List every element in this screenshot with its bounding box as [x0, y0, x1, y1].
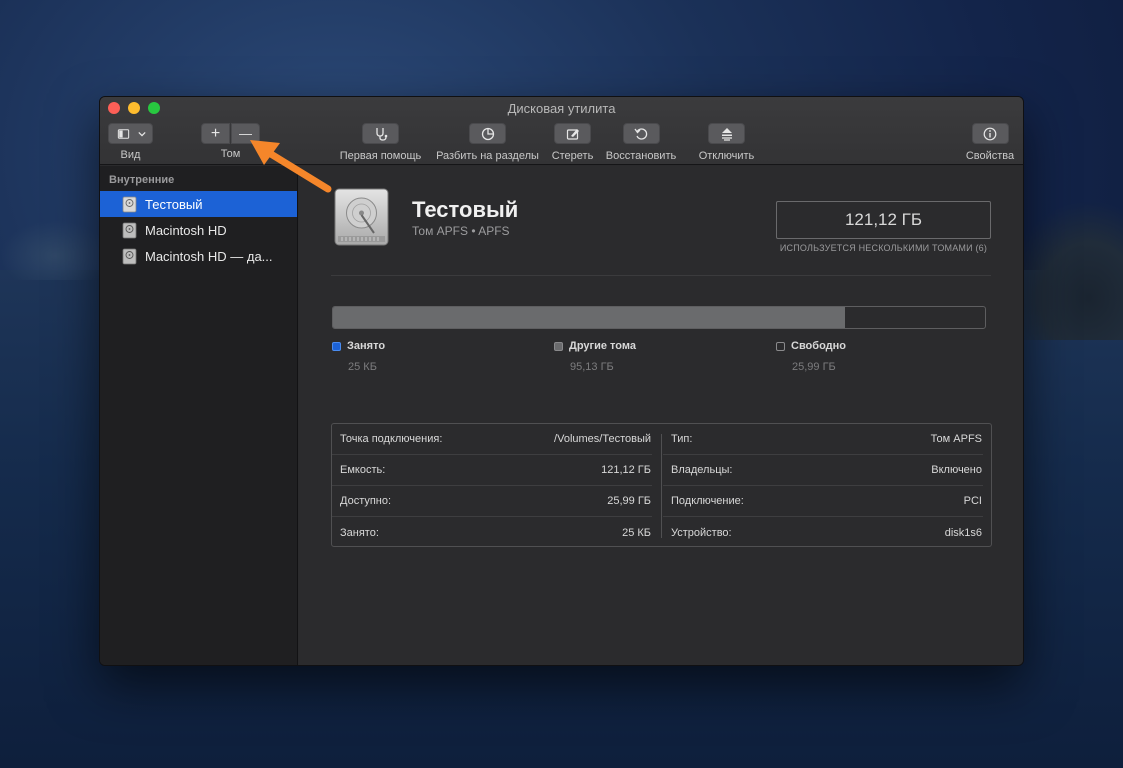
sidebar-icon	[117, 128, 129, 139]
capacity-box: 121,12 ГБ	[776, 201, 991, 239]
partition-button[interactable]	[469, 123, 506, 144]
volume-icon	[122, 248, 137, 264]
detail-row-mount-point: Точка подключения: /Volumes/Тестовый	[332, 424, 652, 455]
detail-row-capacity: Емкость: 121,12 ГБ	[332, 455, 652, 486]
legend-used: Занято 25 КБ	[332, 340, 385, 373]
info-group: Свойства	[964, 123, 1016, 162]
details-column-separator	[661, 434, 662, 538]
partition-group: Разбить на разделы	[432, 123, 543, 162]
detail-value: 25,99 ГБ	[607, 495, 651, 507]
detail-key: Тип:	[671, 433, 693, 445]
hard-drive-icon	[334, 188, 389, 246]
annotation-arrow-icon	[250, 140, 332, 193]
unmount-button[interactable]	[708, 123, 745, 144]
detail-value: Включено	[931, 464, 982, 476]
detail-row-owners: Владельцы: Включено	[663, 455, 983, 486]
pie-partition-icon	[481, 127, 494, 140]
legend-free: Свободно 25,99 ГБ	[776, 340, 846, 373]
volume-details-table: Точка подключения: /Volumes/Тестовый Емк…	[331, 423, 992, 547]
detail-row-available: Доступно: 25,99 ГБ	[332, 486, 652, 517]
erase-label: Стереть	[551, 149, 594, 162]
detail-key: Емкость:	[340, 464, 386, 476]
usage-other-volumes-fill	[333, 307, 845, 328]
details-right-column: Тип: Том APFS Владельцы: Включено Подклю…	[663, 424, 983, 548]
detail-value: /Volumes/Тестовый	[554, 433, 651, 445]
view-button[interactable]	[108, 123, 153, 144]
detail-key: Занято:	[340, 526, 379, 539]
detail-key: Владельцы:	[671, 464, 733, 476]
first-aid-label: Первая помощь	[339, 149, 422, 162]
details-left-column: Точка подключения: /Volumes/Тестовый Емк…	[332, 424, 652, 548]
erase-icon	[566, 128, 579, 140]
detail-key: Устройство:	[671, 526, 732, 539]
view-label: Вид	[120, 148, 141, 161]
detail-key: Доступно:	[340, 495, 392, 507]
restore-group: Восстановить	[602, 123, 680, 162]
chevron-down-icon	[137, 131, 146, 136]
legend-used-label: Занято	[347, 340, 386, 352]
detail-row-type: Тип: Том APFS	[663, 424, 983, 455]
erase-button[interactable]	[554, 123, 591, 144]
legend-other-value: 95,13 ГБ	[570, 361, 614, 373]
legend-used-value: 25 КБ	[348, 361, 377, 373]
info-icon	[983, 127, 997, 140]
stethoscope-icon	[375, 127, 387, 141]
usage-bar	[332, 306, 986, 329]
detail-value: disk1s6	[944, 526, 982, 539]
sidebar-item-macintosh-hd-data[interactable]: Macintosh HD — да...	[100, 243, 297, 269]
main-panel: Тестовый Том APFS • APFS 121,12 ГБ ИСПОЛ…	[299, 166, 1023, 665]
restore-label: Восстановить	[605, 149, 677, 162]
sidebar-item-label: Macintosh HD — да...	[145, 248, 273, 264]
restore-icon	[634, 127, 648, 140]
unmount-group: Отключить	[694, 123, 759, 162]
restore-button[interactable]	[622, 123, 660, 144]
sidebar-item-macintosh-hd[interactable]: Macintosh HD	[100, 217, 297, 243]
info-label: Свойства	[965, 149, 1015, 162]
other-volumes-swatch	[554, 341, 563, 351]
first-aid-button[interactable]	[362, 123, 399, 144]
detail-value: 121,12 ГБ	[601, 464, 651, 476]
detail-value: 25 КБ	[622, 526, 651, 539]
used-swatch	[332, 341, 341, 351]
add-volume-button[interactable]: +	[201, 123, 230, 144]
erase-group: Стереть	[550, 123, 595, 162]
header-divider	[331, 275, 991, 276]
detail-row-connection: Подключение: PCI	[663, 486, 983, 517]
window-title: Дисковая утилита	[507, 101, 616, 116]
first-aid-group: Первая помощь	[337, 123, 424, 162]
volume-type: Том APFS • APFS	[412, 224, 510, 238]
sidebar: Внутренние Тестовый Macintosh HD Macinto…	[100, 166, 298, 665]
detail-row-used: Занято: 25 КБ	[332, 517, 652, 548]
legend-other-volumes: Другие тома 95,13 ГБ	[554, 340, 636, 373]
detail-value: PCI	[963, 495, 982, 507]
shared-container-note: ИСПОЛЬЗУЕТСЯ НЕСКОЛЬКИМИ ТОМАМИ (6)	[779, 243, 988, 253]
volume-icon	[122, 196, 137, 212]
partition-label: Разбить на разделы	[436, 149, 539, 162]
disk-utility-window: Дисковая утилита Вид + — Том Первая помо…	[99, 96, 1024, 666]
sidebar-item-label: Тестовый	[145, 196, 203, 212]
desktop-island-left	[0, 220, 110, 280]
free-swatch	[776, 341, 785, 351]
volume-name: Тестовый	[412, 197, 519, 222]
view-group: Вид	[108, 123, 153, 161]
detail-row-device: Устройство: disk1s6	[663, 517, 983, 548]
eject-icon	[721, 127, 732, 141]
sidebar-item-label: Macintosh HD	[145, 222, 227, 238]
titlebar: Дисковая утилита Вид + — Том Первая помо…	[100, 97, 1023, 165]
info-button[interactable]	[971, 123, 1009, 144]
legend-other-label: Другие тома	[569, 340, 636, 352]
unmount-label: Отключить	[698, 149, 755, 162]
volume-icon	[122, 222, 137, 238]
legend-free-value: 25,99 ГБ	[792, 361, 836, 373]
detail-value: Том APFS	[930, 433, 982, 445]
detail-key: Точка подключения:	[340, 433, 443, 445]
detail-key: Подключение:	[671, 495, 744, 507]
legend-free-label: Свободно	[791, 340, 846, 352]
